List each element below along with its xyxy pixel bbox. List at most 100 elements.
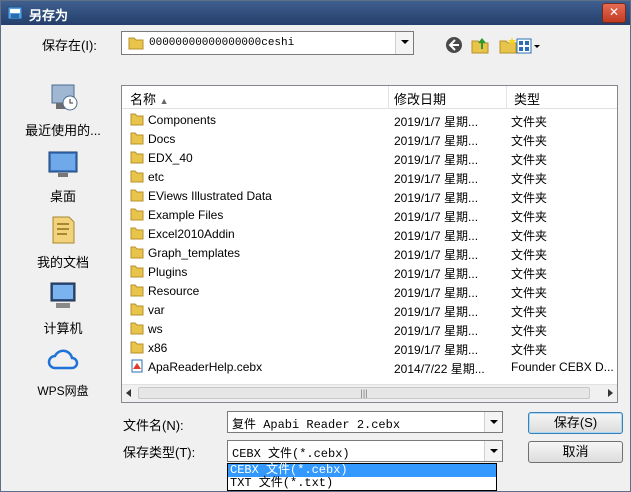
file-name: Resource <box>148 284 200 298</box>
desktop-icon <box>48 151 78 177</box>
file-type: 文件夹 <box>511 305 548 319</box>
file-date: 2019/1/7 星期... <box>394 286 479 300</box>
filename-combo[interactable]: 复件 Apabi Reader 2.cebx <box>227 411 503 433</box>
file-row[interactable]: Example Files 2019/1/7 星期... 文件夹 <box>122 205 617 224</box>
file-list-header: 名称 ▲ 修改日期 类型 <box>122 86 617 109</box>
file-date: 2019/1/7 星期... <box>394 248 479 262</box>
filename-input[interactable]: 复件 Apabi Reader 2.cebx <box>232 415 400 432</box>
folder-icon <box>130 303 144 316</box>
place-label: 桌面 <box>49 189 76 204</box>
documents-icon <box>52 216 75 244</box>
sort-ascending-icon: ▲ <box>159 96 169 106</box>
file-type: Founder CEBX D... <box>511 360 614 374</box>
folder-icon <box>130 322 144 335</box>
cebx-file-icon <box>131 359 143 373</box>
folder-icon <box>130 284 144 297</box>
folder-icon <box>130 227 144 240</box>
cancel-button[interactable]: 取消 <box>528 441 623 463</box>
filetype-select[interactable]: CEBX 文件(*.cebx) <box>227 440 503 462</box>
column-type-header[interactable]: 类型 <box>514 89 540 108</box>
file-row[interactable]: Excel2010Addin 2019/1/7 星期... 文件夹 <box>122 224 617 243</box>
dialog-title: 另存为 <box>29 8 69 23</box>
file-row[interactable]: Docs 2019/1/7 星期... 文件夹 <box>122 129 617 148</box>
file-row[interactable]: ws 2019/1/7 星期... 文件夹 <box>122 319 617 338</box>
file-row[interactable]: Components 2019/1/7 星期... 文件夹 <box>122 110 617 129</box>
file-type: 文件夹 <box>511 134 548 148</box>
file-row[interactable]: Resource 2019/1/7 星期... 文件夹 <box>122 281 617 300</box>
save-in-value: 00000000000000000ceshi <box>149 37 295 49</box>
file-row[interactable]: ApaReaderHelp.cebx 2014/7/22 星期... Founder… <box>122 357 617 376</box>
file-name: Graph_templates <box>148 246 241 260</box>
recent-places-icon <box>51 84 78 111</box>
file-date: 2019/1/7 星期... <box>394 343 479 357</box>
file-list[interactable]: 名称 ▲ 修改日期 类型 Components 2019/1/7 星期... 文件夹… <box>121 85 618 403</box>
file-date: 2014/7/22 星期... <box>394 362 485 376</box>
file-row[interactable]: x86 2019/1/7 星期... 文件夹 <box>122 338 617 357</box>
place-desktop[interactable]: 桌面 <box>9 147 117 205</box>
folder-icon <box>128 37 144 50</box>
file-name: etc <box>148 170 165 184</box>
file-date: 2019/1/7 星期... <box>394 153 479 167</box>
scroll-right-icon[interactable] <box>608 389 613 397</box>
file-row[interactable]: var 2019/1/7 星期... 文件夹 <box>122 300 617 319</box>
file-date: 2019/1/7 星期... <box>394 210 479 224</box>
place-label: 计算机 <box>43 321 83 336</box>
filename-label: 文件名(N): <box>123 418 184 433</box>
file-date: 2019/1/7 星期... <box>394 134 479 148</box>
file-name: ws <box>148 322 163 336</box>
title-bar[interactable]: 另存为 ✕ <box>1 1 630 25</box>
place-wps-cloud[interactable]: WPS网盘 <box>9 343 117 399</box>
file-date: 2019/1/7 星期... <box>394 324 479 338</box>
chevron-down-icon[interactable] <box>484 412 502 432</box>
file-date: 2019/1/7 星期... <box>394 172 479 186</box>
folder-icon <box>130 151 144 164</box>
file-name: Docs <box>148 132 176 146</box>
close-icon[interactable]: ✕ <box>609 5 619 19</box>
file-row[interactable]: Graph_templates 2019/1/7 星期... 文件夹 <box>122 243 617 262</box>
place-computer[interactable]: 计算机 <box>9 279 117 337</box>
back-icon[interactable] <box>444 35 464 55</box>
horizontal-scrollbar[interactable]: ||| <box>122 384 617 402</box>
folder-icon <box>130 113 144 126</box>
scroll-thumb[interactable]: ||| <box>138 387 590 399</box>
folder-icon <box>130 341 144 354</box>
place-documents[interactable]: 我的文档 <box>9 213 117 271</box>
file-type: 文件夹 <box>511 191 548 205</box>
file-row[interactable]: Plugins 2019/1/7 星期... 文件夹 <box>122 262 617 281</box>
filetype-dropdown-list: CEBX 文件(*.cebx) TXT 文件(*.txt) <box>227 463 497 491</box>
save-in-combo[interactable]: 00000000000000000ceshi <box>121 31 414 55</box>
file-date: 2019/1/7 星期... <box>394 229 479 243</box>
close-button[interactable]: ✕ <box>602 3 626 23</box>
file-name: Example Files <box>148 208 224 222</box>
save-in-label: 保存在(I): <box>42 38 97 53</box>
view-menu-icon[interactable] <box>515 36 543 56</box>
file-type: 文件夹 <box>511 286 548 300</box>
folder-icon <box>130 208 144 221</box>
file-date: 2019/1/7 星期... <box>394 305 479 319</box>
file-type: 文件夹 <box>511 324 548 338</box>
file-type: 文件夹 <box>511 172 548 186</box>
file-name: Excel2010Addin <box>148 227 235 241</box>
file-name: x86 <box>148 341 168 355</box>
place-label: WPS网盘 <box>37 384 89 398</box>
file-type: 文件夹 <box>511 267 548 281</box>
file-row[interactable]: etc 2019/1/7 星期... 文件夹 <box>122 167 617 186</box>
place-label: 我的文档 <box>36 255 89 270</box>
folder-icon <box>130 132 144 145</box>
folder-icon <box>130 265 144 278</box>
chevron-down-icon[interactable] <box>395 32 413 54</box>
column-name-header[interactable]: 名称 ▲ <box>130 89 169 108</box>
file-row[interactable]: EDX_40 2019/1/7 星期... 文件夹 <box>122 148 617 167</box>
save-button[interactable]: 保存(S) <box>528 412 623 434</box>
filetype-option[interactable]: TXT 文件(*.txt) <box>228 477 496 490</box>
up-folder-icon[interactable] <box>470 35 490 55</box>
column-modified-header[interactable]: 修改日期 <box>394 89 446 108</box>
file-type: 文件夹 <box>511 229 548 243</box>
file-date: 2019/1/7 星期... <box>394 115 479 129</box>
folder-icon <box>130 170 144 183</box>
chevron-down-icon[interactable] <box>484 441 502 461</box>
file-type: 文件夹 <box>511 115 548 129</box>
place-recent[interactable]: 最近使用的... <box>9 81 117 139</box>
scroll-left-icon[interactable] <box>126 389 131 397</box>
file-row[interactable]: EViews Illustrated Data 2019/1/7 星期... 文件夹 <box>122 186 617 205</box>
